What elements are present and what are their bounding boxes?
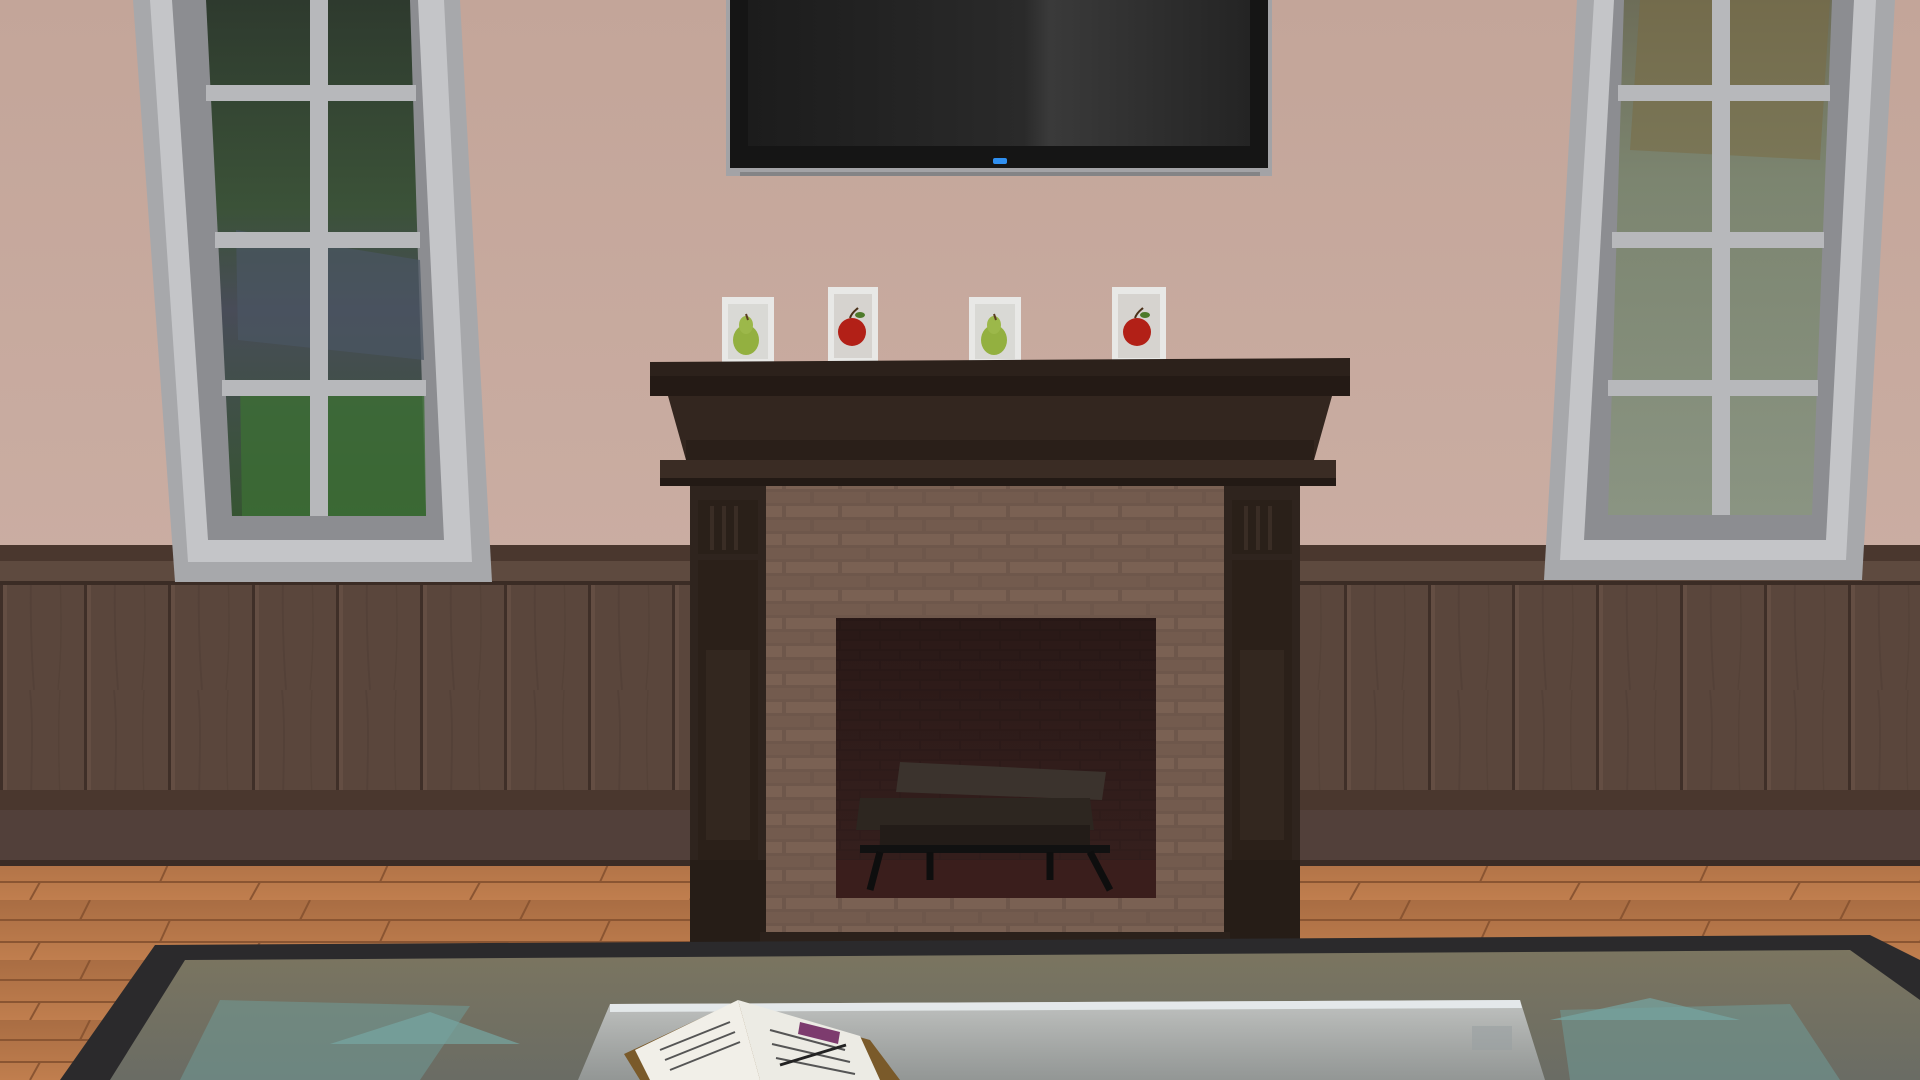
brick-firebox[interactable] [836,618,1156,898]
wall-mounted-tv[interactable] [726,0,1272,176]
game-viewport[interactable] [0,0,1920,1080]
left-window[interactable] [133,0,492,582]
tv-power-led-icon [993,158,1007,164]
apple-frame-2[interactable] [1112,287,1166,365]
pear-frame-1[interactable] [722,297,774,365]
right-window[interactable] [1544,0,1895,580]
pear-frame-2[interactable] [969,297,1021,365]
apple-frame-1[interactable] [828,287,878,365]
